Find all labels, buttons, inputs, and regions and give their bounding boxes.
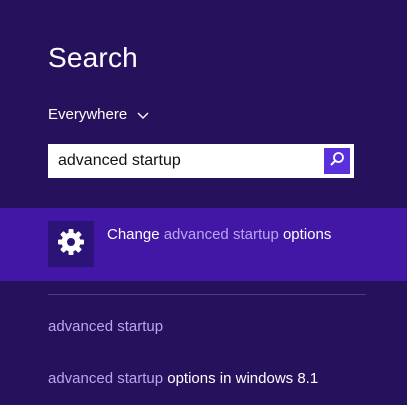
suggestion-item[interactable]: advanced startup (48, 318, 163, 335)
search-icon (329, 151, 345, 172)
suggestion-item[interactable]: advanced startup options in windows 8.1 (48, 370, 318, 387)
result-icon-tile (48, 221, 94, 267)
search-input[interactable] (48, 144, 324, 178)
top-result-text-match: advanced startup (163, 226, 279, 243)
top-result[interactable]: Change advanced startup options (0, 208, 407, 281)
top-result-label: Change advanced startup options (107, 226, 331, 243)
search-button[interactable] (324, 148, 350, 174)
top-result-text-1: Change (107, 226, 164, 243)
suggestion-match: advanced startup (48, 318, 164, 335)
suggestion-rest: options in windows 8.1 (163, 370, 319, 387)
top-result-text-3: options (278, 226, 332, 243)
scope-dropdown[interactable]: Everywhere (48, 106, 149, 123)
page-title: Search (48, 42, 138, 73)
gear-icon (57, 228, 85, 261)
suggestion-match: advanced startup (48, 370, 164, 387)
search-box (48, 144, 354, 178)
scope-label: Everywhere (48, 106, 128, 123)
divider (48, 294, 366, 295)
chevron-down-icon (137, 109, 149, 121)
